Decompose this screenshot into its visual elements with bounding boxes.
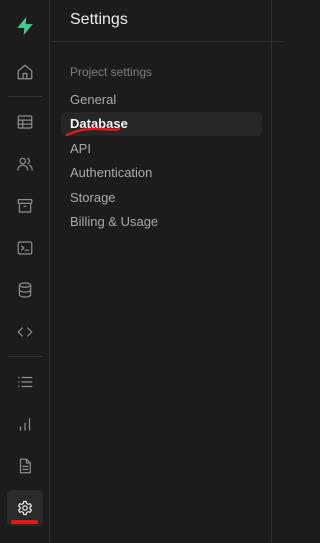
app-window: Settings Project settings General Databa… (0, 0, 284, 543)
section-label: Project settings (70, 65, 153, 79)
nav-item-api[interactable]: API (61, 137, 262, 161)
bar-chart-icon (19, 418, 31, 431)
database-button[interactable] (7, 272, 43, 308)
storage-archive-icon (17, 199, 33, 213)
nav-item-storage[interactable]: Storage (61, 186, 262, 210)
nav-item-billing-usage[interactable]: Billing & Usage (61, 210, 262, 234)
nav-item-general[interactable]: General (61, 88, 262, 112)
sql-editor-button[interactable] (7, 230, 43, 266)
document-icon (19, 458, 31, 474)
code-icon (17, 327, 33, 337)
api-docs-button[interactable] (7, 314, 43, 350)
reports-button[interactable] (7, 406, 43, 442)
supabase-logo-icon (17, 17, 33, 35)
rail-divider (8, 356, 42, 357)
table-editor-icon (17, 115, 33, 129)
panel-header: Settings (51, 0, 272, 42)
icon-rail (0, 0, 50, 543)
header-divider (272, 41, 284, 42)
storage-button[interactable] (7, 188, 43, 224)
settings-panel: Settings Project settings General Databa… (51, 0, 272, 543)
nav-item-authentication[interactable]: Authentication (61, 161, 262, 185)
table-editor-button[interactable] (7, 104, 43, 140)
authentication-button[interactable] (7, 146, 43, 182)
logs-button[interactable] (7, 364, 43, 400)
page-title: Settings (70, 11, 128, 28)
home-button[interactable] (7, 54, 43, 90)
rail-divider (8, 96, 42, 97)
users-icon (17, 157, 33, 171)
annotation-underline-settings (11, 520, 38, 524)
list-icon (18, 376, 33, 388)
home-icon (17, 64, 33, 80)
content-area-edge (272, 0, 284, 543)
database-icon (18, 282, 32, 298)
supabase-logo[interactable] (7, 8, 43, 44)
terminal-icon (17, 241, 33, 255)
annotation-underline-database (65, 127, 121, 137)
documentation-button[interactable] (7, 448, 43, 484)
gear-icon (17, 500, 33, 516)
